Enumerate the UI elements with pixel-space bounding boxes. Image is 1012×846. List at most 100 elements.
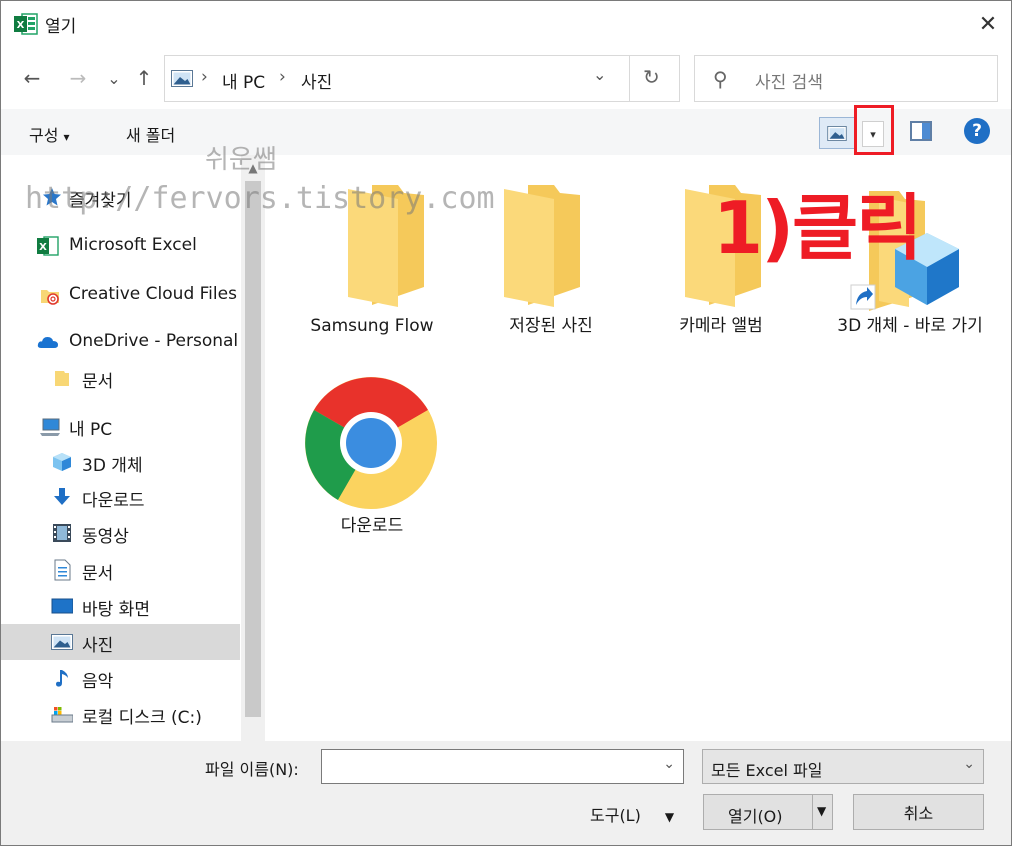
- annotation-highlight-box: [854, 105, 894, 155]
- filename-label: 파일 이름(N):: [205, 760, 299, 779]
- folder-icon: [348, 185, 424, 307]
- window-title: 열기: [45, 17, 77, 37]
- tools-label: 도구(L): [590, 806, 641, 825]
- sidebar-item-label: Microsoft Excel: [69, 235, 197, 255]
- sidebar-item-this-pc[interactable]: 내 PC: [1, 409, 240, 443]
- close-button[interactable]: ✕: [965, 1, 1011, 47]
- sidebar-item-label: 로컬 디스크 (C:): [82, 708, 202, 728]
- pc-icon: [40, 418, 60, 436]
- sidebar-item-downloads[interactable]: 다운로드: [1, 480, 240, 514]
- organize-button[interactable]: 구성 ▾: [29, 122, 70, 146]
- file-item-label: 3D 개체 - 바로 가기: [837, 316, 983, 336]
- close-icon: ✕: [978, 11, 998, 37]
- scroll-thumb[interactable]: [245, 181, 261, 717]
- open-button-divider: [812, 795, 813, 829]
- download-icon: [54, 488, 70, 505]
- breadcrumb-separator: ›: [201, 67, 208, 87]
- filename-field[interactable]: ⌄: [321, 749, 684, 784]
- file-item-label: 저장된 사진: [509, 316, 593, 336]
- sidebar-item-music[interactable]: 음악: [1, 661, 240, 695]
- file-item-samsung-flow[interactable]: Samsung Flow: [287, 181, 457, 351]
- sidebar-item-label: 내 PC: [69, 420, 113, 440]
- sidebar-scrollbar[interactable]: ▲: [241, 155, 265, 741]
- open-dialog: X 열기 ✕ ← → ⌄ ↑ › 내 PC › 사진 ⌄ ↻ ⚲ 사진 검색 구…: [0, 0, 1012, 846]
- up-button[interactable]: ↑: [131, 65, 157, 91]
- desktop-icon: [51, 598, 73, 614]
- new-folder-button[interactable]: 새 폴더: [126, 122, 175, 146]
- dialog-footer: 파일 이름(N): ⌄ 모든 Excel 파일 ⌄ 도구(L) ▼ 열기(O) ▼…: [1, 741, 1011, 845]
- arrow-left-icon: ←: [23, 66, 41, 90]
- caret-down-icon[interactable]: ▼: [817, 804, 826, 818]
- creative-cloud-icon: [41, 290, 59, 305]
- recent-locations-button[interactable]: ⌄: [101, 65, 127, 91]
- excel-icon: X: [37, 236, 59, 256]
- filetype-value: 모든 Excel 파일: [711, 761, 823, 780]
- address-bar[interactable]: › 내 PC › 사진 ⌄ ↻: [164, 55, 680, 102]
- sidebar-item-label: OneDrive - Personal: [69, 331, 239, 351]
- document-icon: [54, 559, 71, 581]
- address-divider: [629, 56, 630, 101]
- sidebar-item-desktop[interactable]: 바탕 화면: [1, 589, 240, 623]
- search-box[interactable]: ⚲ 사진 검색: [694, 55, 998, 102]
- open-button[interactable]: 열기(O) ▼: [703, 794, 833, 830]
- sidebar-item-local-disk[interactable]: 로컬 디스크 (C:): [1, 697, 240, 731]
- breadcrumb-item-pc[interactable]: 내 PC: [222, 68, 265, 93]
- caret-down-icon: ▾: [63, 130, 70, 144]
- drive-icon: [51, 707, 73, 723]
- sidebar-item-label: 다운로드: [82, 491, 145, 511]
- music-icon: [56, 670, 68, 687]
- file-item-label: 카메라 앨범: [679, 316, 763, 336]
- scroll-up-icon[interactable]: ▲: [241, 159, 265, 177]
- folder-icon: [55, 371, 69, 386]
- cancel-button[interactable]: 취소: [853, 794, 984, 830]
- title-bar: X 열기 ✕: [1, 1, 1011, 47]
- sidebar-item-videos[interactable]: 동영상: [1, 516, 240, 550]
- sidebar-item-pictures[interactable]: 사진: [1, 624, 240, 660]
- sidebar-item-label: Creative Cloud Files: [69, 284, 237, 304]
- cube-icon: [53, 453, 71, 471]
- search-input[interactable]: 사진 검색: [755, 68, 823, 93]
- sidebar-item-label: 즐겨찾기: [69, 191, 132, 211]
- organize-label: 구성: [29, 126, 59, 145]
- arrow-up-icon: ↑: [135, 66, 153, 90]
- sidebar-item-microsoft-excel[interactable]: X Microsoft Excel: [1, 229, 240, 263]
- sidebar-item-onedrive[interactable]: OneDrive - Personal: [1, 325, 240, 359]
- svg-text:X: X: [39, 242, 47, 253]
- address-dropdown-icon[interactable]: ⌄: [593, 65, 606, 84]
- navigation-bar: ← → ⌄ ↑ › 내 PC › 사진 ⌄ ↻ ⚲ 사진 검색: [1, 47, 1011, 109]
- tools-button[interactable]: 도구(L) ▼: [590, 802, 674, 826]
- preview-pane-icon[interactable]: [910, 121, 932, 141]
- refresh-icon[interactable]: ↻: [643, 65, 660, 89]
- sidebar-item-label: 사진: [82, 636, 114, 656]
- caret-down-icon: ▼: [664, 810, 675, 824]
- arrow-right-icon: →: [69, 66, 87, 90]
- file-item-label: 다운로드: [340, 516, 404, 536]
- filetype-select[interactable]: 모든 Excel 파일 ⌄: [702, 749, 984, 784]
- chevron-down-icon[interactable]: ⌄: [663, 756, 675, 772]
- sidebar-item-creative-cloud[interactable]: Creative Cloud Files: [1, 278, 240, 312]
- back-button[interactable]: ←: [19, 65, 45, 91]
- view-icon: [827, 126, 847, 141]
- navigation-pane: 즐겨찾기 X Microsoft Excel Creative Cloud Fi…: [1, 155, 265, 741]
- breadcrumb-item-pictures[interactable]: 사진: [301, 68, 332, 93]
- sidebar-item-label: 바탕 화면: [82, 600, 150, 620]
- chrome-icon: [305, 377, 437, 509]
- svg-text:X: X: [17, 20, 25, 31]
- pictures-icon: [171, 70, 193, 87]
- pictures-icon: [51, 634, 73, 650]
- video-icon: [53, 524, 71, 542]
- search-icon: ⚲: [713, 67, 728, 91]
- change-view-button[interactable]: [819, 117, 855, 149]
- help-icon[interactable]: ?: [964, 118, 990, 144]
- file-item-downloads-chrome[interactable]: 다운로드: [287, 373, 457, 543]
- sidebar-item-label: 문서: [82, 372, 114, 392]
- sidebar-item-3d-objects[interactable]: 3D 개체: [1, 445, 240, 479]
- file-item-saved-pictures[interactable]: 저장된 사진: [466, 181, 636, 351]
- sidebar-item-favorites[interactable]: 즐겨찾기: [1, 180, 240, 214]
- sidebar-item-label: 3D 개체: [82, 456, 143, 476]
- sidebar-item-documents[interactable]: 문서: [1, 553, 240, 587]
- cloud-icon: [37, 337, 58, 348]
- sidebar-item-onedrive-documents[interactable]: 문서: [1, 361, 240, 395]
- excel-icon: X: [14, 13, 38, 35]
- forward-button[interactable]: →: [65, 65, 91, 91]
